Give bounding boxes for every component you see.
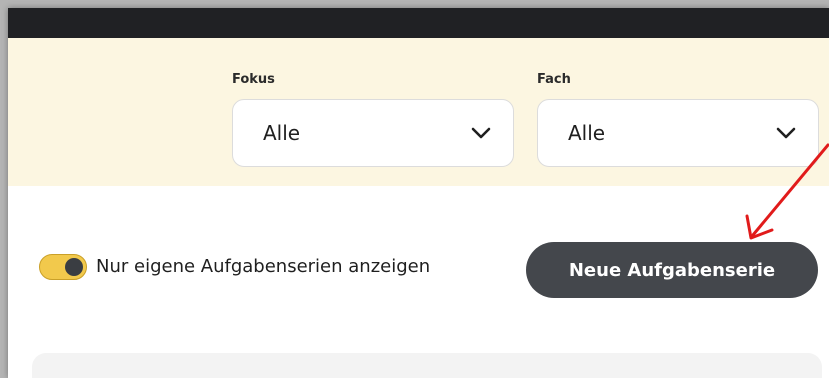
fach-filter-label: Fach: [537, 72, 571, 87]
chevron-down-icon: [776, 127, 796, 139]
fach-select-value: Alle: [568, 121, 606, 145]
toggle-knob: [65, 258, 83, 276]
fokus-select[interactable]: Alle: [232, 99, 514, 167]
list-controls: Nur eigene Aufgabenserien anzeigen Neue …: [8, 186, 829, 326]
app-window: Fokus Alle Fach Alle Nur eigene Aufgaben…: [8, 8, 829, 378]
screenshot-frame: Fokus Alle Fach Alle Nur eigene Aufgaben…: [0, 0, 829, 378]
content-card: [32, 353, 822, 378]
filter-bar: Fokus Alle Fach Alle: [8, 38, 829, 186]
own-series-toggle-label: Nur eigene Aufgabenserien anzeigen: [96, 256, 431, 277]
own-series-toggle[interactable]: [39, 254, 87, 280]
fokus-filter-label: Fokus: [232, 72, 275, 87]
chevron-down-icon: [471, 127, 491, 139]
fokus-select-value: Alle: [263, 121, 301, 145]
top-navigation-bar: [8, 8, 829, 38]
new-task-series-button[interactable]: Neue Aufgabenserie: [526, 242, 818, 298]
fach-select[interactable]: Alle: [537, 99, 819, 167]
